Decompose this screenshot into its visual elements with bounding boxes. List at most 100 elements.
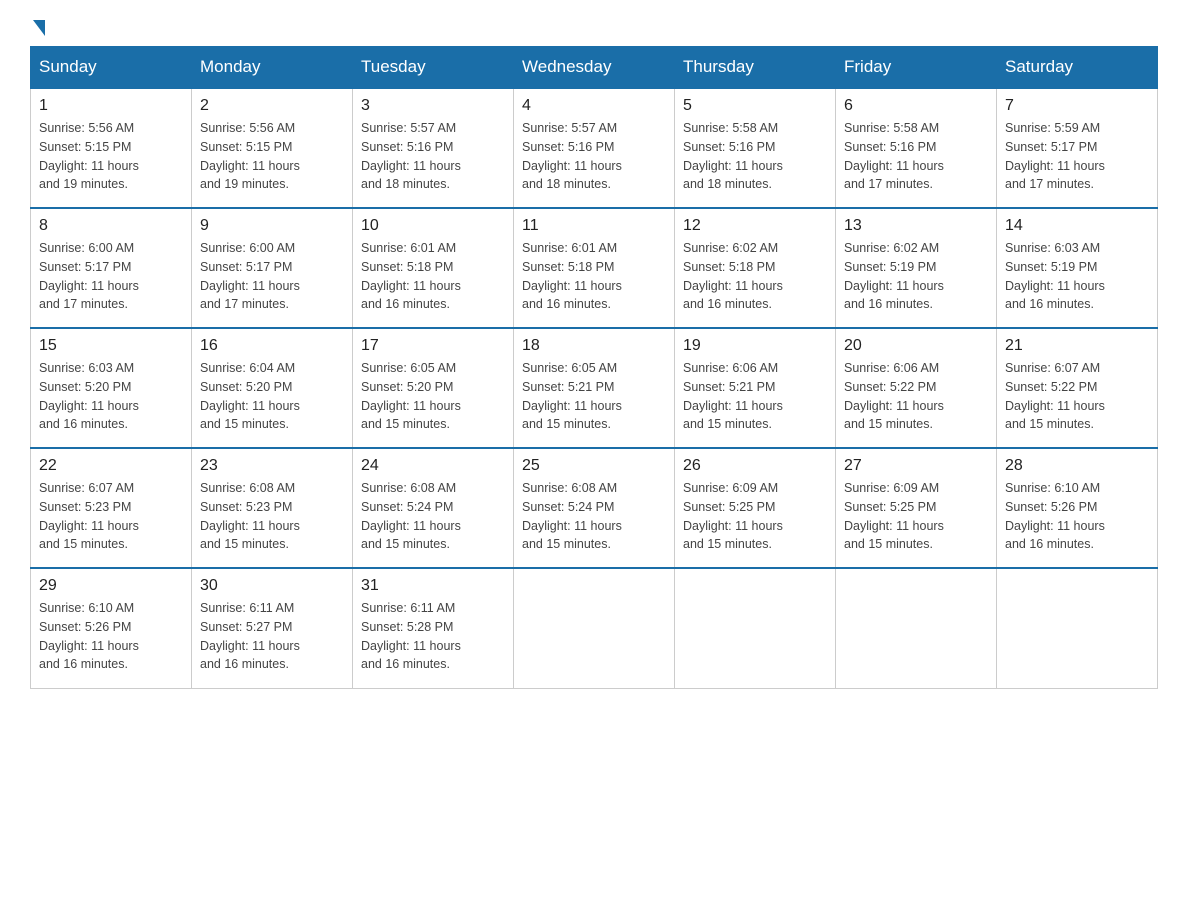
- day-info: Sunrise: 6:11 AMSunset: 5:28 PMDaylight:…: [361, 599, 505, 674]
- calendar-cell: 3 Sunrise: 5:57 AMSunset: 5:16 PMDayligh…: [353, 88, 514, 208]
- day-number: 23: [200, 457, 344, 475]
- calendar-cell: 2 Sunrise: 5:56 AMSunset: 5:15 PMDayligh…: [192, 88, 353, 208]
- day-info: Sunrise: 6:08 AMSunset: 5:23 PMDaylight:…: [200, 479, 344, 554]
- calendar-cell: 30 Sunrise: 6:11 AMSunset: 5:27 PMDaylig…: [192, 568, 353, 688]
- day-number: 21: [1005, 337, 1149, 355]
- day-number: 10: [361, 217, 505, 235]
- day-info: Sunrise: 6:00 AMSunset: 5:17 PMDaylight:…: [39, 239, 183, 314]
- day-number: 17: [361, 337, 505, 355]
- day-info: Sunrise: 6:01 AMSunset: 5:18 PMDaylight:…: [522, 239, 666, 314]
- day-number: 1: [39, 97, 183, 115]
- weekday-header-monday: Monday: [192, 47, 353, 89]
- page-header: [30, 20, 1158, 36]
- calendar-cell: 18 Sunrise: 6:05 AMSunset: 5:21 PMDaylig…: [514, 328, 675, 448]
- day-info: Sunrise: 6:06 AMSunset: 5:22 PMDaylight:…: [844, 359, 988, 434]
- day-number: 5: [683, 97, 827, 115]
- calendar-cell: 24 Sunrise: 6:08 AMSunset: 5:24 PMDaylig…: [353, 448, 514, 568]
- calendar-cell: 26 Sunrise: 6:09 AMSunset: 5:25 PMDaylig…: [675, 448, 836, 568]
- day-number: 14: [1005, 217, 1149, 235]
- day-number: 8: [39, 217, 183, 235]
- calendar-cell: [514, 568, 675, 688]
- day-info: Sunrise: 6:08 AMSunset: 5:24 PMDaylight:…: [522, 479, 666, 554]
- calendar-cell: 10 Sunrise: 6:01 AMSunset: 5:18 PMDaylig…: [353, 208, 514, 328]
- day-number: 24: [361, 457, 505, 475]
- day-number: 15: [39, 337, 183, 355]
- calendar-cell: 20 Sunrise: 6:06 AMSunset: 5:22 PMDaylig…: [836, 328, 997, 448]
- weekday-header-wednesday: Wednesday: [514, 47, 675, 89]
- day-info: Sunrise: 5:56 AMSunset: 5:15 PMDaylight:…: [200, 119, 344, 194]
- calendar-cell: 1 Sunrise: 5:56 AMSunset: 5:15 PMDayligh…: [31, 88, 192, 208]
- weekday-header-saturday: Saturday: [997, 47, 1158, 89]
- calendar-cell: 19 Sunrise: 6:06 AMSunset: 5:21 PMDaylig…: [675, 328, 836, 448]
- day-info: Sunrise: 5:57 AMSunset: 5:16 PMDaylight:…: [361, 119, 505, 194]
- day-number: 29: [39, 577, 183, 595]
- calendar-week-row: 1 Sunrise: 5:56 AMSunset: 5:15 PMDayligh…: [31, 88, 1158, 208]
- calendar-cell: [675, 568, 836, 688]
- day-number: 2: [200, 97, 344, 115]
- day-number: 26: [683, 457, 827, 475]
- day-number: 25: [522, 457, 666, 475]
- calendar-cell: 31 Sunrise: 6:11 AMSunset: 5:28 PMDaylig…: [353, 568, 514, 688]
- day-info: Sunrise: 5:56 AMSunset: 5:15 PMDaylight:…: [39, 119, 183, 194]
- day-number: 11: [522, 217, 666, 235]
- calendar-cell: 6 Sunrise: 5:58 AMSunset: 5:16 PMDayligh…: [836, 88, 997, 208]
- day-info: Sunrise: 5:58 AMSunset: 5:16 PMDaylight:…: [683, 119, 827, 194]
- weekday-header-thursday: Thursday: [675, 47, 836, 89]
- day-info: Sunrise: 6:00 AMSunset: 5:17 PMDaylight:…: [200, 239, 344, 314]
- logo-arrow-icon: [33, 20, 45, 36]
- day-info: Sunrise: 6:08 AMSunset: 5:24 PMDaylight:…: [361, 479, 505, 554]
- day-number: 22: [39, 457, 183, 475]
- calendar-cell: 22 Sunrise: 6:07 AMSunset: 5:23 PMDaylig…: [31, 448, 192, 568]
- calendar-cell: 11 Sunrise: 6:01 AMSunset: 5:18 PMDaylig…: [514, 208, 675, 328]
- day-info: Sunrise: 6:02 AMSunset: 5:19 PMDaylight:…: [844, 239, 988, 314]
- day-info: Sunrise: 5:57 AMSunset: 5:16 PMDaylight:…: [522, 119, 666, 194]
- day-number: 19: [683, 337, 827, 355]
- day-number: 20: [844, 337, 988, 355]
- day-info: Sunrise: 6:02 AMSunset: 5:18 PMDaylight:…: [683, 239, 827, 314]
- logo[interactable]: [30, 20, 48, 36]
- day-info: Sunrise: 6:10 AMSunset: 5:26 PMDaylight:…: [1005, 479, 1149, 554]
- day-number: 18: [522, 337, 666, 355]
- calendar-cell: 15 Sunrise: 6:03 AMSunset: 5:20 PMDaylig…: [31, 328, 192, 448]
- calendar-cell: 27 Sunrise: 6:09 AMSunset: 5:25 PMDaylig…: [836, 448, 997, 568]
- day-info: Sunrise: 6:01 AMSunset: 5:18 PMDaylight:…: [361, 239, 505, 314]
- day-info: Sunrise: 5:58 AMSunset: 5:16 PMDaylight:…: [844, 119, 988, 194]
- day-number: 31: [361, 577, 505, 595]
- day-info: Sunrise: 6:04 AMSunset: 5:20 PMDaylight:…: [200, 359, 344, 434]
- day-number: 12: [683, 217, 827, 235]
- calendar-cell: 5 Sunrise: 5:58 AMSunset: 5:16 PMDayligh…: [675, 88, 836, 208]
- calendar-table: SundayMondayTuesdayWednesdayThursdayFrid…: [30, 46, 1158, 689]
- calendar-cell: 21 Sunrise: 6:07 AMSunset: 5:22 PMDaylig…: [997, 328, 1158, 448]
- calendar-week-row: 29 Sunrise: 6:10 AMSunset: 5:26 PMDaylig…: [31, 568, 1158, 688]
- day-number: 16: [200, 337, 344, 355]
- calendar-week-row: 15 Sunrise: 6:03 AMSunset: 5:20 PMDaylig…: [31, 328, 1158, 448]
- calendar-cell: 29 Sunrise: 6:10 AMSunset: 5:26 PMDaylig…: [31, 568, 192, 688]
- day-number: 28: [1005, 457, 1149, 475]
- day-info: Sunrise: 6:03 AMSunset: 5:20 PMDaylight:…: [39, 359, 183, 434]
- day-number: 7: [1005, 97, 1149, 115]
- day-number: 30: [200, 577, 344, 595]
- calendar-cell: 23 Sunrise: 6:08 AMSunset: 5:23 PMDaylig…: [192, 448, 353, 568]
- weekday-header-tuesday: Tuesday: [353, 47, 514, 89]
- day-number: 4: [522, 97, 666, 115]
- day-info: Sunrise: 6:05 AMSunset: 5:20 PMDaylight:…: [361, 359, 505, 434]
- weekday-header-sunday: Sunday: [31, 47, 192, 89]
- day-number: 6: [844, 97, 988, 115]
- day-info: Sunrise: 6:06 AMSunset: 5:21 PMDaylight:…: [683, 359, 827, 434]
- day-info: Sunrise: 6:03 AMSunset: 5:19 PMDaylight:…: [1005, 239, 1149, 314]
- calendar-cell: 17 Sunrise: 6:05 AMSunset: 5:20 PMDaylig…: [353, 328, 514, 448]
- calendar-cell: [997, 568, 1158, 688]
- day-info: Sunrise: 6:09 AMSunset: 5:25 PMDaylight:…: [683, 479, 827, 554]
- calendar-cell: 12 Sunrise: 6:02 AMSunset: 5:18 PMDaylig…: [675, 208, 836, 328]
- weekday-header-friday: Friday: [836, 47, 997, 89]
- calendar-cell: 9 Sunrise: 6:00 AMSunset: 5:17 PMDayligh…: [192, 208, 353, 328]
- calendar-week-row: 8 Sunrise: 6:00 AMSunset: 5:17 PMDayligh…: [31, 208, 1158, 328]
- calendar-cell: 13 Sunrise: 6:02 AMSunset: 5:19 PMDaylig…: [836, 208, 997, 328]
- day-info: Sunrise: 6:05 AMSunset: 5:21 PMDaylight:…: [522, 359, 666, 434]
- calendar-cell: 16 Sunrise: 6:04 AMSunset: 5:20 PMDaylig…: [192, 328, 353, 448]
- calendar-cell: 14 Sunrise: 6:03 AMSunset: 5:19 PMDaylig…: [997, 208, 1158, 328]
- day-info: Sunrise: 6:07 AMSunset: 5:23 PMDaylight:…: [39, 479, 183, 554]
- day-info: Sunrise: 5:59 AMSunset: 5:17 PMDaylight:…: [1005, 119, 1149, 194]
- day-number: 13: [844, 217, 988, 235]
- day-number: 27: [844, 457, 988, 475]
